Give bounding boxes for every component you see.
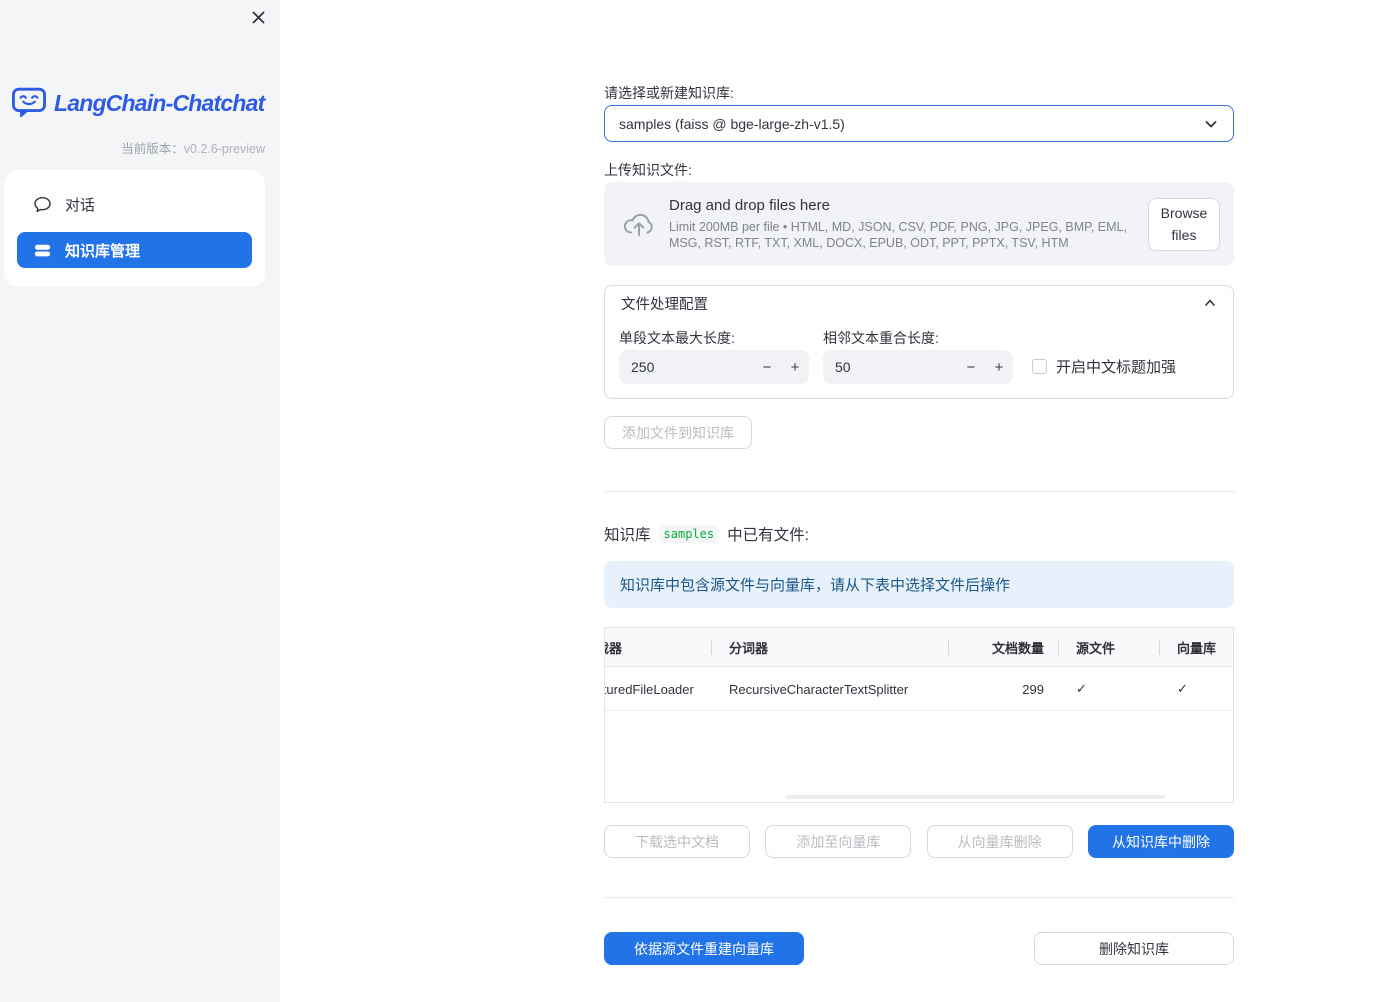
- knowledge-base-icon: [34, 244, 51, 256]
- close-icon: [252, 11, 264, 23]
- app-logo: LangChain-Chatchat: [11, 87, 265, 119]
- table-header-row: 文档加载器 分词器 文档数量 源文件 向量库: [605, 628, 1233, 667]
- zh-title-enhance-option: 开启中文标题加强: [1032, 356, 1176, 377]
- column-divider: [1159, 640, 1160, 655]
- kb-files-table: 文档加载器 分词器 文档数量 源文件 向量库 UnstructuredFileL…: [604, 627, 1234, 803]
- upload-title: Drag and drop files here: [669, 197, 830, 214]
- column-header-loader[interactable]: 文档加载器: [605, 628, 711, 667]
- sidebar-item-knowledge-base[interactable]: 知识库管理: [17, 232, 252, 268]
- kb-select-dropdown[interactable]: samples (faiss @ bge-large-zh-v1.5): [604, 105, 1234, 142]
- zh-title-enhance-label: 开启中文标题加强: [1056, 359, 1177, 376]
- kb-name-code: samples: [658, 525, 720, 543]
- column-header-splitter[interactable]: 分词器: [711, 628, 948, 667]
- add-files-to-kb-button[interactable]: 添加文件到知识库: [604, 416, 752, 449]
- kb-files-suffix: 中已有文件:: [727, 527, 809, 544]
- kb-select-label: 请选择或新建知识库:: [604, 85, 734, 101]
- rebuild-vector-store-button[interactable]: 依据源文件重建向量库: [604, 932, 804, 965]
- chunk-size-value: 250: [631, 359, 655, 375]
- sidebar: LangChain-Chatchat 当前版本：v0.2.6-preview 对…: [0, 0, 280, 1002]
- overlap-size-label: 相邻文本重合长度:: [823, 330, 939, 346]
- column-header-source-file[interactable]: 源文件: [1058, 628, 1159, 667]
- sidebar-item-chat[interactable]: 对话: [17, 186, 252, 222]
- delete-from-vector-store-button[interactable]: 从向量库删除: [926, 825, 1073, 858]
- chunk-size-increment-button[interactable]: +: [781, 359, 809, 376]
- upload-limit-text: Limit 200MB per file • HTML, MD, JSON, C…: [669, 220, 1127, 250]
- sidebar-item-label: 知识库管理: [65, 242, 141, 260]
- overlap-decrement-button[interactable]: −: [957, 359, 985, 376]
- divider: [604, 491, 1234, 492]
- cell-doc-count: 299: [1022, 681, 1044, 697]
- table-row[interactable]: UnstructuredFileLoader RecursiveCharacte…: [605, 667, 1233, 711]
- zh-title-enhance-checkbox[interactable]: [1032, 359, 1047, 374]
- upload-instructions: Drag and drop files here Limit 200MB per…: [669, 197, 1145, 251]
- sidebar-item-label: 对话: [65, 196, 96, 214]
- column-divider: [711, 640, 712, 655]
- chunk-size-decrement-button[interactable]: −: [753, 359, 781, 376]
- expander-title: 文件处理配置: [621, 296, 708, 313]
- cell-splitter: RecursiveCharacterTextSplitter: [729, 681, 909, 697]
- delete-from-kb-button[interactable]: 从知识库中删除: [1087, 825, 1234, 858]
- chat-bubble-icon: [34, 196, 51, 212]
- upload-label: 上传知识文件:: [604, 162, 692, 178]
- chevron-down-icon: [1203, 116, 1219, 132]
- sidebar-menu: 对话 知识库管理: [4, 170, 265, 287]
- chunk-size-input[interactable]: 250 − +: [619, 350, 809, 384]
- kb-select-value: samples (faiss @ bge-large-zh-v1.5): [619, 115, 845, 132]
- kb-files-heading: 知识库 samples 中已有文件:: [604, 523, 809, 545]
- column-divider: [1058, 640, 1059, 655]
- cell-vector-store-check: ✓: [1177, 681, 1188, 696]
- overlap-size-value: 50: [835, 359, 851, 375]
- add-to-vector-store-button[interactable]: 添加至向量库: [765, 825, 912, 858]
- file-actions-row: 下载选中文档 添加至向量库 从向量库删除 从知识库中删除: [604, 825, 1234, 858]
- version-caption: 当前版本：v0.2.6-preview: [121, 138, 265, 157]
- divider: [604, 897, 1234, 898]
- column-header-vector-store[interactable]: 向量库: [1159, 628, 1234, 667]
- table-horizontal-scrollbar[interactable]: [785, 795, 1165, 799]
- cell-source-file-check: ✓: [1076, 681, 1087, 696]
- chevron-up-icon: [1203, 296, 1217, 310]
- app-title: LangChain-Chatchat: [54, 89, 265, 116]
- cell-loader: UnstructuredFileLoader: [605, 681, 694, 697]
- delete-kb-button[interactable]: 删除知识库: [1034, 932, 1234, 965]
- file-config-expander: 文件处理配置 单段文本最大长度: 250 − + 相邻文本重合长度: 50 − …: [604, 285, 1234, 399]
- info-banner: 知识库中包含源文件与向量库，请从下表中选择文件后操作: [604, 561, 1234, 608]
- file-dropzone[interactable]: Drag and drop files here Limit 200MB per…: [604, 182, 1234, 266]
- overlap-increment-button[interactable]: +: [985, 359, 1013, 376]
- app-root: LangChain-Chatchat 当前版本：v0.2.6-preview 对…: [0, 0, 1380, 1002]
- column-header-doc-count[interactable]: 文档数量: [948, 628, 1058, 667]
- file-config-expander-header[interactable]: 文件处理配置: [605, 286, 1233, 320]
- main-content: 请选择或新建知识库: samples (faiss @ bge-large-zh…: [604, 0, 1234, 1002]
- version-value: v0.2.6-preview: [183, 142, 265, 156]
- column-divider: [948, 640, 949, 655]
- overlap-size-input[interactable]: 50 − +: [823, 350, 1013, 384]
- browse-files-button[interactable]: Browse files: [1148, 197, 1220, 251]
- sidebar-close-icon[interactable]: [249, 8, 267, 26]
- download-selected-button[interactable]: 下载选中文档: [604, 825, 750, 858]
- kb-files-prefix: 知识库: [604, 527, 651, 544]
- chunk-size-label: 单段文本最大长度:: [619, 330, 735, 346]
- kb-footer-actions: 依据源文件重建向量库 删除知识库: [604, 932, 1234, 965]
- chatchat-logo-icon: [12, 87, 46, 118]
- upload-cloud-icon: [621, 209, 657, 239]
- version-label: 当前版本：: [121, 142, 184, 156]
